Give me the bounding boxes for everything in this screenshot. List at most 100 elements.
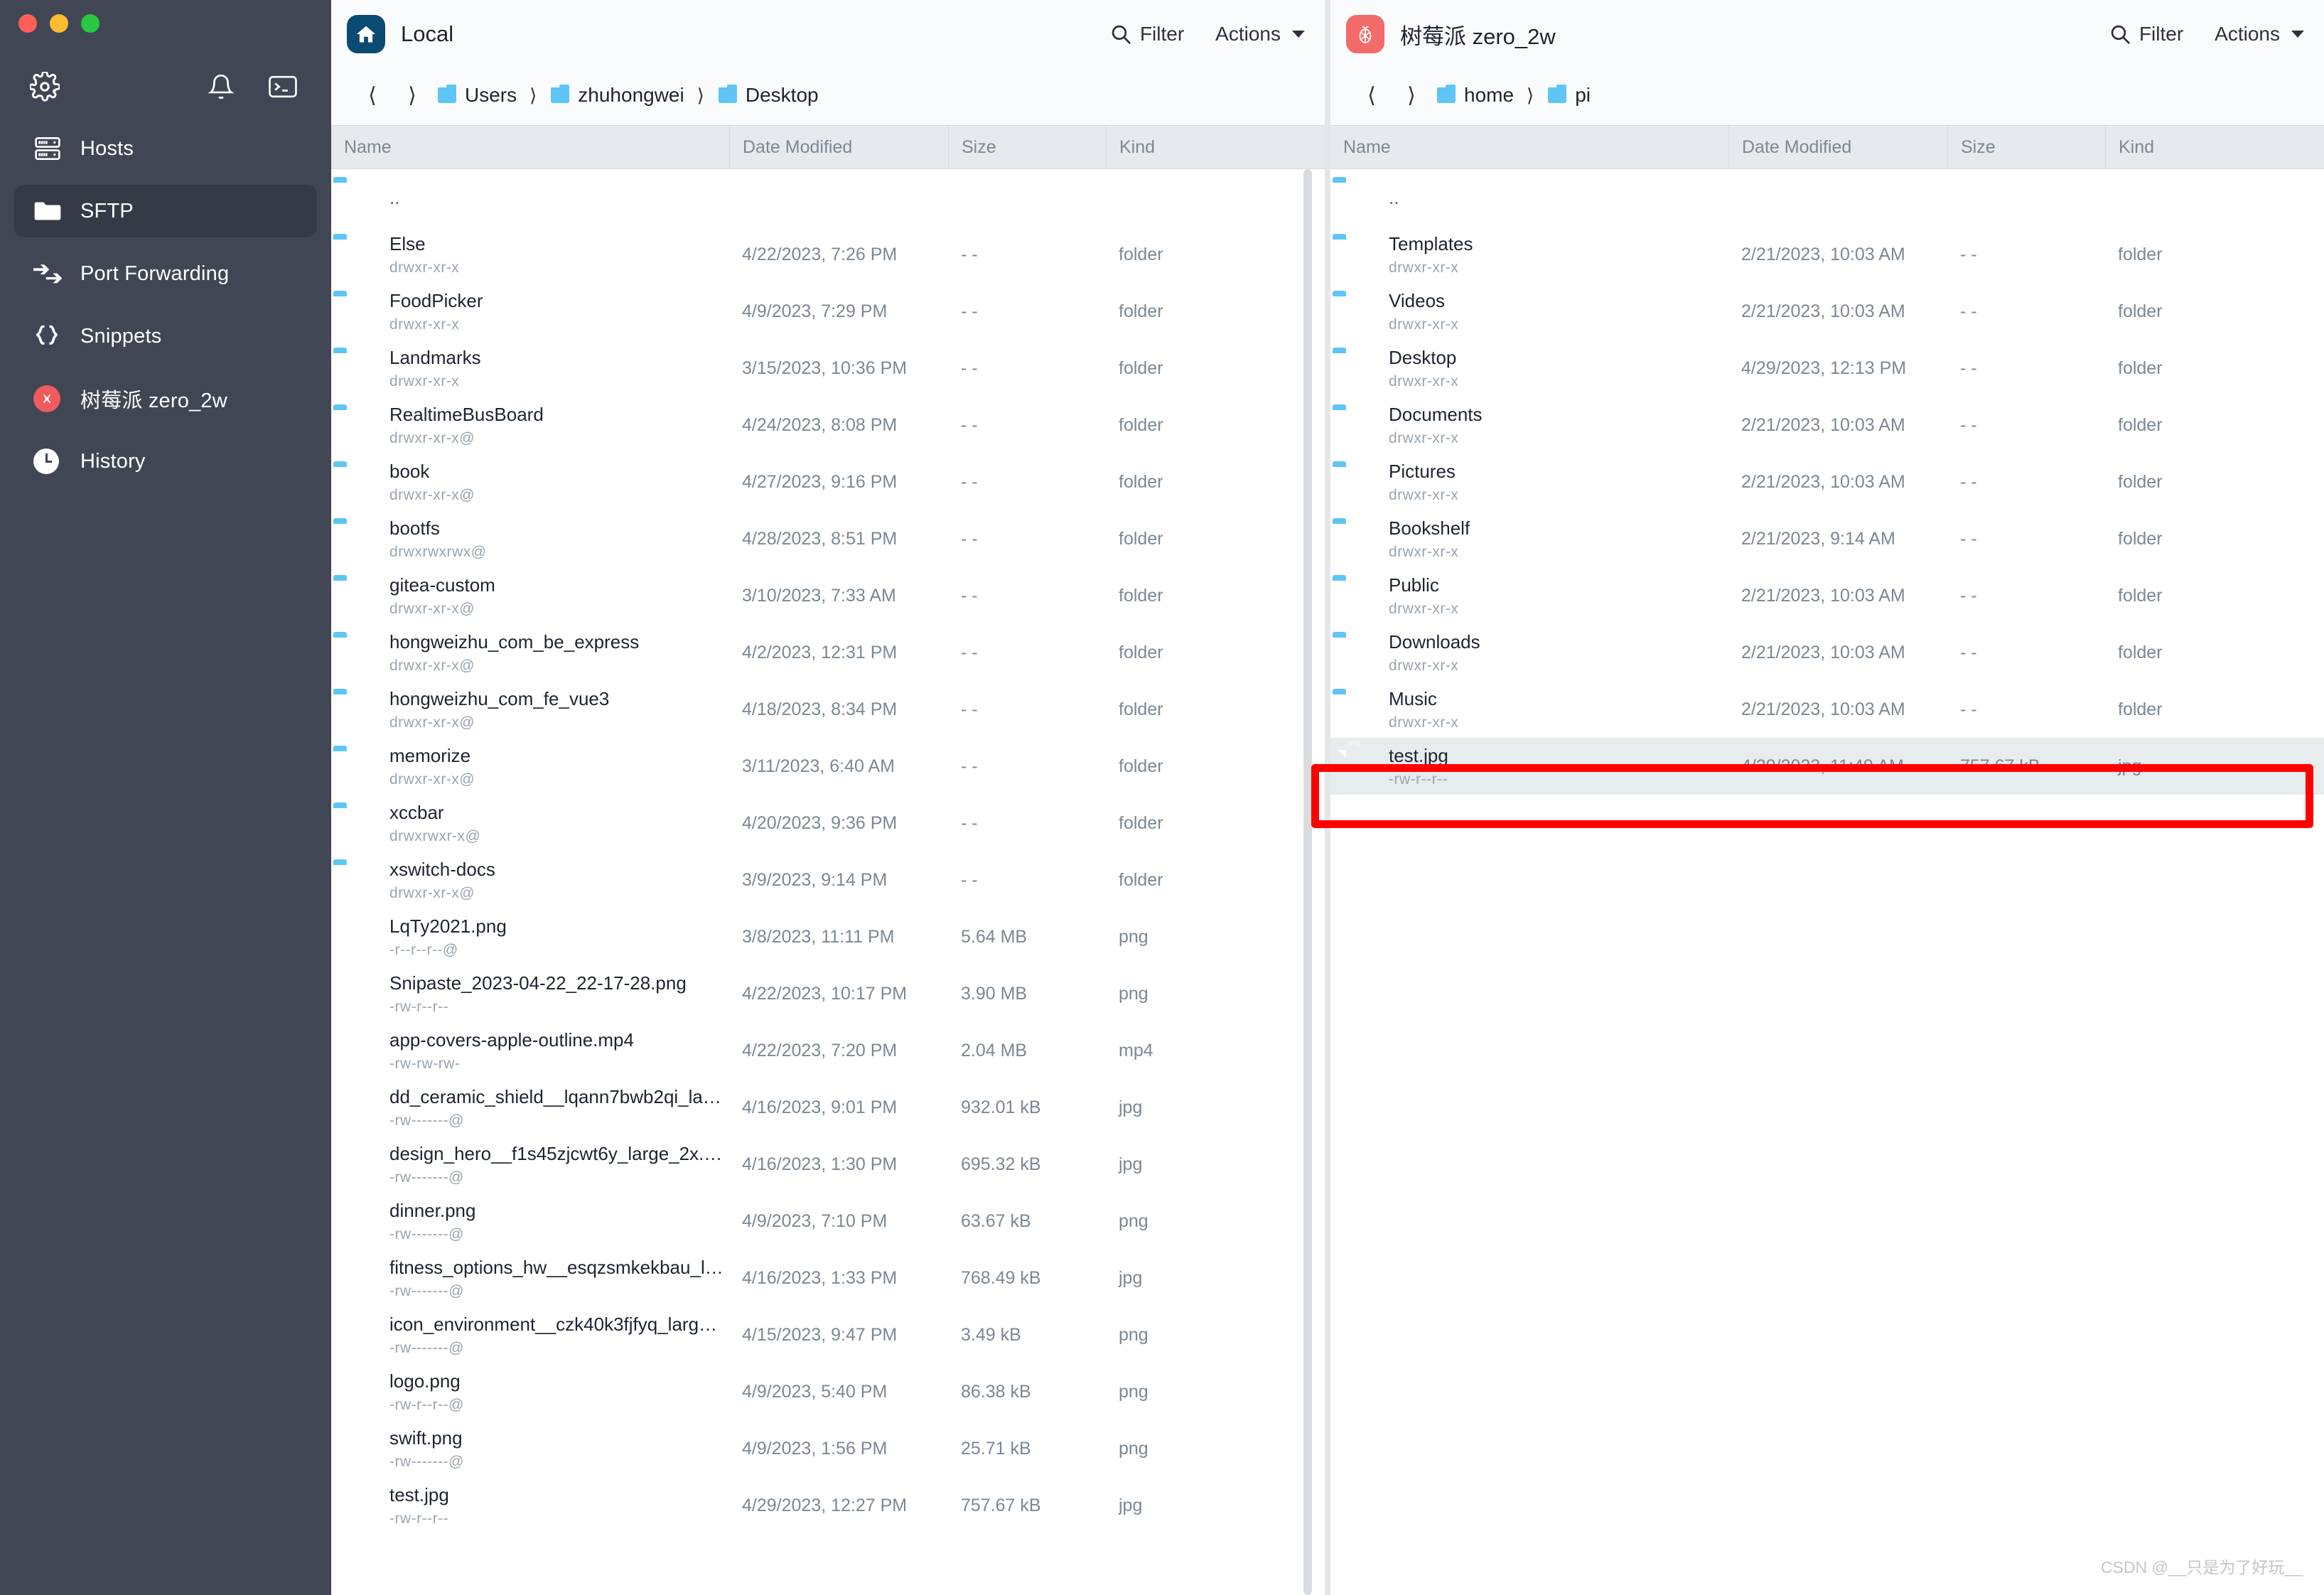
table-row[interactable]: Public drwxr-xr-x 2/21/2023, 10:03 AM - - fo… — [1330, 567, 2324, 624]
local-file-list[interactable]: .. Else drwxr-xr-x 4/22/2023, 7:26 PM - - fol… — [331, 169, 1325, 1595]
app-window: Hosts SFTP Port Forwarding Snippets 树莓派 … — [0, 0, 2324, 1595]
table-row[interactable]: xswitch-docs drwxr-xr-x@ 3/9/2023, 9:14 PM… — [331, 852, 1325, 908]
file-name: app-covers-apple-outline.mp4 — [389, 1029, 634, 1051]
remote-file-list[interactable]: .. Templates drwxr-xr-x 2/21/2023, 10:03 AM… — [1330, 169, 2324, 1595]
table-row[interactable]: PNG logo.png -rw-r--r--@ 4/9/2023, 5:40 PM 8… — [331, 1363, 1325, 1420]
table-row[interactable]: Bookshelf drwxr-xr-x 2/21/2023, 9:14 AM - -… — [1330, 510, 2324, 567]
forward-button[interactable]: ⟩ — [1392, 83, 1431, 108]
clock-icon — [33, 447, 65, 476]
table-row[interactable]: bootfs drwxrwxrwx@ 4/28/2023, 8:51 PM - - fo… — [331, 510, 1325, 567]
table-row[interactable]: Desktop drwxr-xr-x 4/29/2023, 12:13 PM - - f… — [1330, 340, 2324, 397]
table-row[interactable]: hongweizhu_com_be_express drwxr-xr-x@ 4/2/… — [331, 624, 1325, 681]
column-header-date-modified[interactable]: Date Modified — [729, 126, 948, 168]
table-row[interactable]: hongweizhu_com_fe_vue3 drwxr-xr-x@ 4/18/20… — [331, 681, 1325, 738]
search-icon — [1112, 25, 1131, 44]
table-row[interactable]: JPG fitness_options_hw__esqzsmkekbau_larg… — [331, 1250, 1325, 1306]
table-row[interactable]: book drwxr-xr-x@ 4/27/2023, 9:16 PM - - fold… — [331, 453, 1325, 510]
table-row[interactable]: Documents drwxr-xr-x 2/21/2023, 10:03 AM - … — [1330, 397, 2324, 453]
file-permissions: -rw-------@ — [389, 1339, 464, 1356]
column-header-name[interactable]: Name — [1330, 126, 1728, 168]
chevron-down-icon — [1292, 31, 1305, 38]
table-row[interactable]: Music drwxr-xr-x 2/21/2023, 10:03 AM - - fol… — [1330, 681, 2324, 738]
breadcrumb-item[interactable]: home — [1437, 84, 1514, 107]
breadcrumb-label: pi — [1575, 84, 1591, 106]
file-size: 5.64 MB — [961, 926, 1028, 947]
table-row[interactable]: RealtimeBusBoard drwxr-xr-x@ 4/24/2023, 8:… — [331, 397, 1325, 453]
breadcrumb-item[interactable]: Desktop — [718, 84, 819, 107]
table-row[interactable]: PNG LqTy2021.png -r--r--r--@ 3/8/2023, 11:1… — [331, 908, 1325, 965]
table-row[interactable]: JPG test.jpg -rw-r--r-- 4/29/2023, 12:27 PM… — [331, 1477, 1325, 1534]
file-kind: folder — [1119, 585, 1163, 606]
close-window-button[interactable] — [18, 14, 37, 33]
maximize-window-button[interactable] — [81, 14, 99, 33]
filter-button[interactable]: Filter — [1110, 23, 1184, 45]
table-row[interactable]: gitea-custom drwxr-xr-x@ 3/10/2023, 7:33 A… — [331, 567, 1325, 624]
table-row[interactable]: PNG swift.png -rw-------@ 4/9/2023, 1:56 PM… — [331, 1420, 1325, 1477]
file-kind: png — [1119, 1210, 1148, 1231]
table-row[interactable]: Templates drwxr-xr-x 2/21/2023, 10:03 AM - … — [1330, 226, 2324, 283]
column-header-size[interactable]: Size — [948, 126, 1106, 168]
file-name: logo.png — [389, 1370, 461, 1392]
column-header-name[interactable]: Name — [331, 126, 729, 168]
forward-button[interactable]: ⟩ — [392, 83, 432, 108]
local-column-header: Name Date Modified Size Kind — [331, 125, 1325, 169]
sidebar-item-raspberry-pi-zero-2w[interactable]: 树莓派 zero_2w — [14, 372, 317, 425]
table-row[interactable]: PNG icon_environment__czk40k3fjfyq_large_… — [331, 1306, 1325, 1363]
table-row[interactable]: MP4 app-covers-apple-outline.mp4 -rw-rw-rw… — [331, 1022, 1325, 1079]
sidebar-item-hosts[interactable]: Hosts — [14, 122, 317, 175]
file-permissions: -rw-------@ — [389, 1282, 464, 1299]
file-date-modified: 2/21/2023, 10:03 AM — [1741, 414, 1905, 435]
filter-button[interactable]: Filter — [2109, 23, 2183, 45]
file-permissions: drwxr-xr-x — [1389, 372, 1459, 390]
sidebar-item-sftp[interactable]: SFTP — [14, 185, 317, 237]
file-date-modified: 3/8/2023, 11:11 PM — [742, 926, 895, 947]
breadcrumb-item[interactable]: pi — [1548, 84, 1591, 107]
table-row[interactable]: JPG dd_ceramic_shield__lqann7bwb2qi_large… — [331, 1079, 1325, 1136]
sidebar-item-snippets[interactable]: Snippets — [14, 310, 317, 362]
minimize-window-button[interactable] — [50, 14, 68, 33]
table-row[interactable]: JPG test.jpg -rw-r--r-- 4/29/2023, 11:49 AM… — [1330, 738, 2324, 795]
table-row[interactable]: .. — [331, 169, 1325, 226]
table-row[interactable]: xccbar drwxrwxr-x@ 4/20/2023, 9:36 PM - - fo… — [331, 795, 1325, 852]
file-permissions: -rw-r--r-- — [1389, 770, 1448, 788]
table-row[interactable]: memorize drwxr-xr-x@ 3/11/2023, 6:40 AM - -… — [331, 738, 1325, 795]
file-size: - - — [1960, 699, 1977, 719]
sidebar-item-history[interactable]: History — [14, 435, 317, 488]
table-row[interactable]: JPG design_hero__f1s45zjcwt6y_large_2x.jp… — [331, 1136, 1325, 1193]
table-row[interactable]: Else drwxr-xr-x 4/22/2023, 7:26 PM - - folde… — [331, 226, 1325, 283]
table-row[interactable]: .. — [1330, 169, 2324, 226]
sidebar-item-port-forwarding[interactable]: Port Forwarding — [14, 247, 317, 300]
file-kind: folder — [1119, 642, 1163, 662]
table-row[interactable]: Pictures drwxr-xr-x 2/21/2023, 10:03 AM - -… — [1330, 453, 2324, 510]
file-kind: folder — [1119, 756, 1163, 776]
table-row[interactable]: PNG Snipaste_2023-04-22_22-17-28.png -rw-r… — [331, 965, 1325, 1022]
table-row[interactable]: Videos drwxr-xr-x 2/21/2023, 10:03 AM - - fo… — [1330, 283, 2324, 340]
file-date-modified: 4/22/2023, 10:17 PM — [742, 983, 908, 1004]
file-permissions: -rw-rw-rw- — [389, 1055, 461, 1072]
file-kind: folder — [1119, 528, 1163, 549]
breadcrumb-item[interactable]: Users — [438, 84, 517, 107]
file-date-modified: 4/9/2023, 7:29 PM — [742, 301, 888, 321]
pane-divider[interactable] — [1325, 0, 1330, 1595]
local-scrollbar[interactable] — [1303, 169, 1312, 1595]
terminal-icon[interactable] — [269, 75, 297, 102]
table-row[interactable]: PNG dinner.png -rw-------@ 4/9/2023, 7:10 P… — [331, 1193, 1325, 1250]
file-name-cell: PNG swift.png -rw-------@ — [331, 1423, 729, 1471]
column-header-date-modified[interactable]: Date Modified — [1728, 126, 1947, 168]
table-row[interactable]: Downloads drwxr-xr-x 2/21/2023, 10:03 AM - … — [1330, 624, 2324, 681]
column-header-kind[interactable]: Kind — [2105, 126, 2324, 168]
folder-icon — [438, 85, 456, 103]
table-row[interactable]: Landmarks drwxr-xr-x 3/15/2023, 10:36 PM - … — [331, 340, 1325, 397]
file-name-cell: gitea-custom drwxr-xr-x@ — [331, 574, 729, 618]
column-header-size[interactable]: Size — [1947, 126, 2105, 168]
column-header-kind[interactable]: Kind — [1106, 126, 1325, 168]
actions-menu-button[interactable]: Actions — [2215, 23, 2304, 45]
back-button[interactable]: ⟨ — [1352, 83, 1392, 108]
breadcrumb-item[interactable]: zhuhongwei — [551, 84, 684, 107]
table-row[interactable]: FoodPicker drwxr-xr-x 4/9/2023, 7:29 PM - -… — [331, 283, 1325, 340]
back-button[interactable]: ⟨ — [353, 83, 392, 108]
bell-icon[interactable] — [208, 73, 235, 104]
settings-gear-icon[interactable] — [28, 70, 61, 105]
actions-menu-button[interactable]: Actions — [1215, 23, 1305, 45]
actions-label: Actions — [1215, 23, 1281, 45]
